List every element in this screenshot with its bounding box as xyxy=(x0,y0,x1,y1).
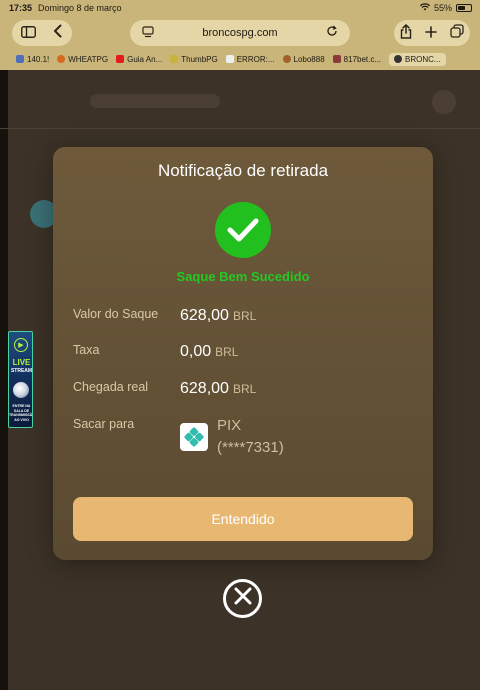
soccer-ball-icon xyxy=(13,382,29,398)
actual-arrival-label: Chegada real xyxy=(73,380,149,394)
page-left-edge xyxy=(0,70,8,690)
status-bar: 17:35 Domingo 8 de março 55% xyxy=(0,0,480,16)
wifi-icon xyxy=(419,3,430,13)
bookmark-favicon-icon xyxy=(170,55,179,63)
currency-label: BRL xyxy=(232,382,257,396)
bookmark-item[interactable]: Guia An... xyxy=(116,55,162,64)
bookmark-item[interactable]: Lobo888 xyxy=(282,55,325,64)
browser-chrome: 17:35 Domingo 8 de março 55% broncospg.c… xyxy=(0,0,480,70)
modal-title: Notificação de retirada xyxy=(157,161,329,180)
withdraw-amount-label: Valor do Saque xyxy=(73,307,159,321)
live-stream-banner[interactable]: ▶ LIVE STREAM ENTRE NA SALA DE TRANSMISS… xyxy=(8,331,33,428)
blurred-header-button xyxy=(432,90,456,114)
withdraw-amount-value: 628,00 BRL xyxy=(180,307,257,324)
fee-value: 0,00 BRL xyxy=(180,343,239,360)
bookmark-item[interactable]: ThumbPG xyxy=(170,55,218,64)
actual-arrival-value: 628,00 BRL xyxy=(180,380,257,397)
bookmark-item[interactable]: 817bet.c... xyxy=(332,55,381,64)
bookmark-item[interactable]: 140.1! xyxy=(16,55,49,64)
live-footer-text: ENTRE NA SALA DE TRANSMISSÃO AO VIVO xyxy=(9,404,33,422)
bookmark-favicon-icon xyxy=(225,55,234,63)
destination-method: PIX xyxy=(217,417,242,434)
tabs-overview-icon[interactable] xyxy=(449,24,464,42)
currency-label: BRL xyxy=(232,309,257,323)
close-icon xyxy=(234,587,252,610)
actions-group xyxy=(394,20,470,46)
fee-label: Taxa xyxy=(73,343,100,357)
nav-group xyxy=(12,20,72,46)
bookmarks-bar: 140.1! WHEATPG Guia An... ThumbPG ERROR:… xyxy=(0,50,480,68)
close-modal-button[interactable] xyxy=(223,579,262,618)
pix-logo-icon xyxy=(180,423,208,451)
status-time: 17:35 xyxy=(9,3,33,13)
battery-icon xyxy=(456,4,472,12)
bookmark-item[interactable]: WHEATPG xyxy=(57,55,108,64)
destination-account: (****7331) xyxy=(217,439,284,456)
blurred-header xyxy=(90,94,220,108)
bookmark-favicon-icon xyxy=(16,55,24,63)
share-icon[interactable] xyxy=(400,23,412,43)
success-check-icon xyxy=(215,202,271,258)
live-title: LIVE xyxy=(12,358,31,367)
confirm-button[interactable]: Entendido xyxy=(73,497,413,541)
bookmark-item-active[interactable]: BRONC... xyxy=(389,52,446,66)
youtube-icon xyxy=(116,55,125,63)
withdrawal-notification-modal: Notificação de retirada Saque Bem Sucedi… xyxy=(53,147,433,560)
success-status: Saque Bem Sucedido xyxy=(176,269,310,284)
live-subtitle: STREAM xyxy=(10,368,33,374)
destination-label: Sacar para xyxy=(73,417,135,431)
bookmark-favicon-icon xyxy=(282,55,291,63)
sidebar-toggle-icon[interactable] xyxy=(20,25,36,42)
status-indicators: 55% xyxy=(419,3,472,13)
status-date: Domingo 8 de março xyxy=(38,3,122,13)
new-tab-icon[interactable] xyxy=(425,25,437,42)
bookmark-favicon-icon xyxy=(332,55,341,63)
bookmark-favicon-icon xyxy=(57,55,66,63)
reload-icon[interactable] xyxy=(326,25,338,40)
browser-toolbar: broncospg.com xyxy=(0,18,480,48)
play-icon: ▶ xyxy=(14,338,28,352)
bookmark-favicon-icon xyxy=(394,55,403,63)
url-text: broncospg.com xyxy=(202,27,278,39)
page-menu-icon[interactable] xyxy=(142,26,154,41)
back-button[interactable] xyxy=(53,24,63,42)
address-bar[interactable]: broncospg.com xyxy=(130,20,350,46)
currency-label: BRL xyxy=(215,345,239,359)
battery-percent: 55% xyxy=(433,3,452,13)
bookmark-item[interactable]: ERROR:... xyxy=(225,55,275,64)
divider xyxy=(0,128,480,129)
